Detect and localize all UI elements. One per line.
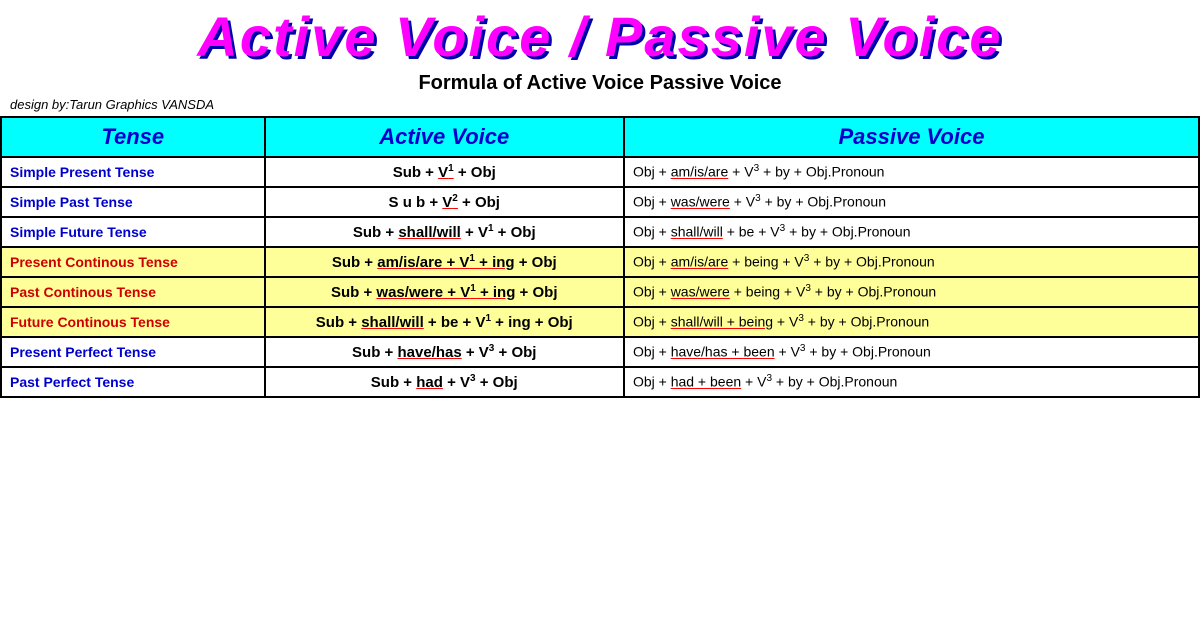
passive-cell: Obj + was/were + being + V3 + by + Obj.P… (624, 277, 1199, 307)
passive-cell: Obj + have/has + been + V3 + by + Obj.Pr… (624, 337, 1199, 367)
page-container: Active Voice / Passive Voice Formula of … (0, 0, 1200, 630)
tense-cell: Present Perfect Tense (1, 337, 265, 367)
passive-cell: Obj + am/is/are + V3 + by + Obj.Pronoun (624, 157, 1199, 187)
active-cell: Sub + shall/will + be + V1 + ing + Obj (265, 307, 624, 337)
active-cell: S u b + V2 + Obj (265, 187, 624, 217)
active-cell: Sub + V1 + Obj (265, 157, 624, 187)
table-row: Simple Future Tense Sub + shall/will + V… (1, 217, 1199, 247)
main-table: Tense Active Voice Passive Voice Simple … (0, 116, 1200, 398)
table-row: Present Perfect Tense Sub + have/has + V… (1, 337, 1199, 367)
tense-cell: Present Continous Tense (1, 247, 265, 277)
table-row: Past Perfect Tense Sub + had + V3 + Obj … (1, 367, 1199, 397)
tense-cell: Simple Future Tense (1, 217, 265, 247)
active-cell: Sub + have/has + V3 + Obj (265, 337, 624, 367)
passive-cell: Obj + shall/will + being + V3 + by + Obj… (624, 307, 1199, 337)
col-header-passive: Passive Voice (624, 117, 1199, 157)
table-row: Present Continous Tense Sub + am/is/are … (1, 247, 1199, 277)
table-row: Simple Past Tense S u b + V2 + Obj Obj +… (1, 187, 1199, 217)
passive-cell: Obj + am/is/are + being + V3 + by + Obj.… (624, 247, 1199, 277)
passive-cell: Obj + was/were + V3 + by + Obj.Pronoun (624, 187, 1199, 217)
active-cell: Sub + was/were + V1 + ing + Obj (265, 277, 624, 307)
passive-cell: Obj + had + been + V3 + by + Obj.Pronoun (624, 367, 1199, 397)
main-title: Active Voice / Passive Voice (0, 6, 1200, 68)
table-row: Simple Present Tense Sub + V1 + Obj Obj … (1, 157, 1199, 187)
active-cell: Sub + shall/will + V1 + Obj (265, 217, 624, 247)
passive-cell: Obj + shall/will + be + V3 + by + Obj.Pr… (624, 217, 1199, 247)
active-cell: Sub + had + V3 + Obj (265, 367, 624, 397)
tense-cell: Simple Past Tense (1, 187, 265, 217)
col-header-tense: Tense (1, 117, 265, 157)
header-subtitle: Formula of Active Voice Passive Voice (0, 72, 1200, 95)
tense-cell: Past Continous Tense (1, 277, 265, 307)
header-title: Active Voice / Passive Voice (0, 0, 1200, 70)
design-credit: design by:Tarun Graphics VANSDA (0, 97, 1200, 112)
table-row: Past Continous Tense Sub + was/were + V1… (1, 277, 1199, 307)
active-cell: Sub + am/is/are + V1 + ing + Obj (265, 247, 624, 277)
tense-cell: Simple Present Tense (1, 157, 265, 187)
tense-cell: Past Perfect Tense (1, 367, 265, 397)
tense-cell: Future Continous Tense (1, 307, 265, 337)
table-row: Future Continous Tense Sub + shall/will … (1, 307, 1199, 337)
col-header-active: Active Voice (265, 117, 624, 157)
